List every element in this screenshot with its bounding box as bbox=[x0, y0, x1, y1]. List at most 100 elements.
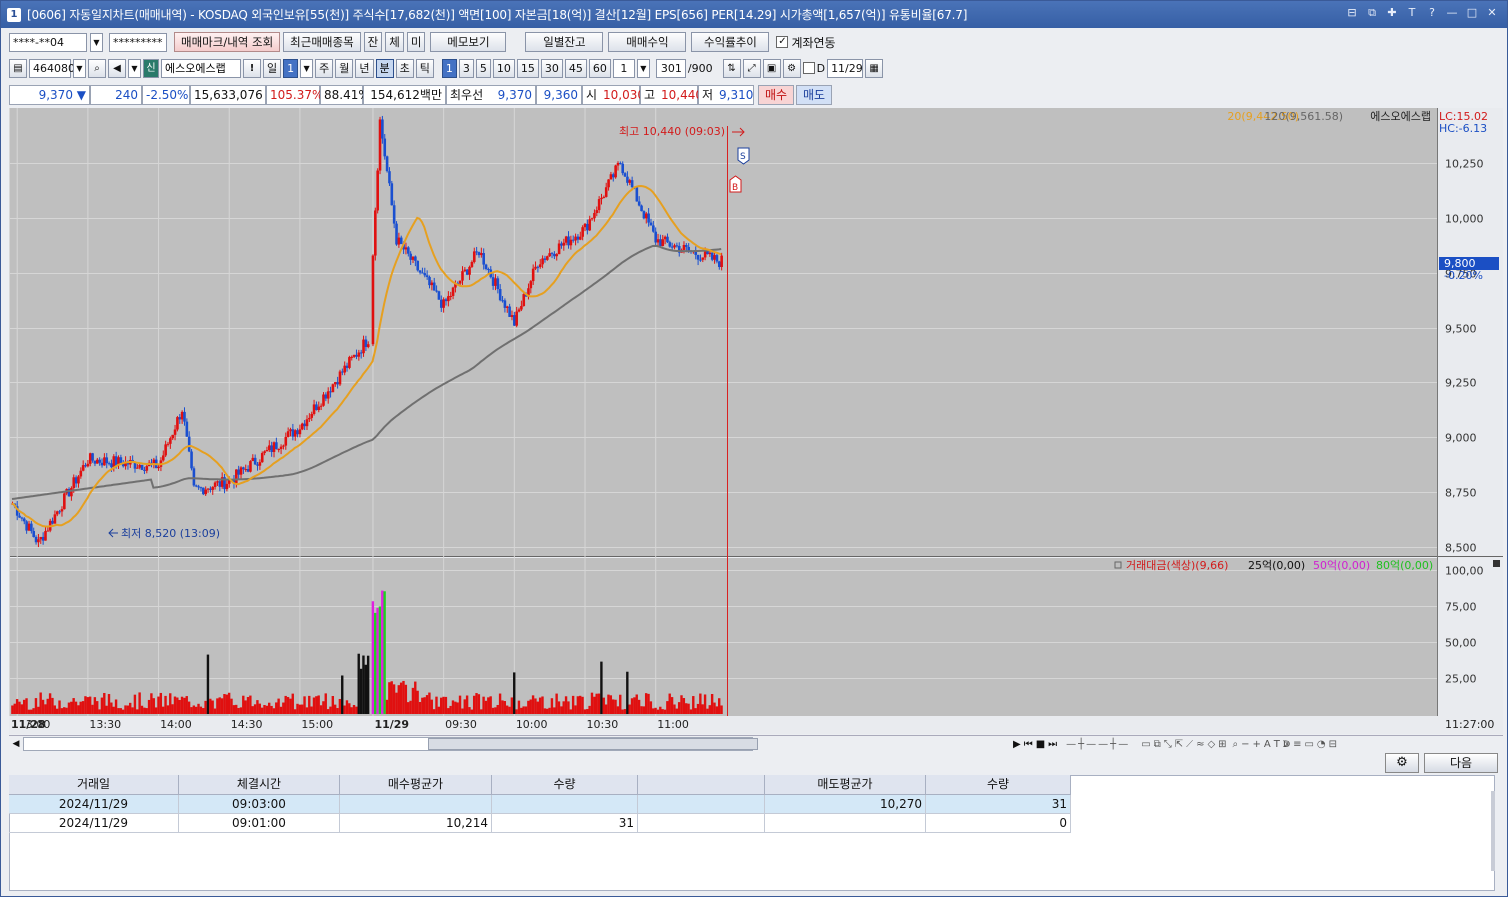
volume-bar bbox=[239, 707, 243, 714]
volume-bar bbox=[129, 702, 132, 714]
min-60[interactable]: 60 bbox=[588, 58, 611, 78]
zoom-slider-icon[interactable]: —┼——┼— bbox=[1066, 739, 1130, 750]
indicator-icon[interactable]: ⇅ bbox=[722, 58, 741, 78]
sound-icon[interactable]: ◀ bbox=[108, 58, 126, 78]
magnify-icon[interactable]: ⌕ bbox=[1233, 739, 1239, 750]
date-input[interactable]: 11/29 bbox=[827, 58, 864, 78]
dock-icon[interactable]: ⊟ bbox=[1345, 6, 1359, 20]
sound-dropdown-icon[interactable]: ▼ bbox=[128, 58, 141, 78]
unit-year[interactable]: 년 bbox=[355, 58, 374, 78]
scroll-left-icon[interactable]: ◀ bbox=[9, 739, 23, 749]
minimize-icon[interactable]: — bbox=[1445, 6, 1459, 20]
min-1[interactable]: 1 bbox=[441, 58, 457, 78]
next-button[interactable]: 다음 bbox=[1424, 753, 1498, 773]
chart-tools: ▶ ⏮ ■ ⏭ —┼——┼— ▭⧉⤡⇱⟋≈◇⊞ ⌕ − + A Tↇ≡▭◔⊟ bbox=[1013, 739, 1340, 750]
pin-icon[interactable]: ✚ bbox=[1385, 6, 1399, 20]
unit-week[interactable]: 주 bbox=[315, 58, 334, 78]
period-dropdown-icon[interactable]: ▼ bbox=[300, 58, 314, 78]
font-icon[interactable]: T bbox=[1405, 6, 1419, 20]
bottom-settings-icon[interactable]: ⚙ bbox=[1385, 753, 1419, 773]
candle-body bbox=[194, 485, 198, 487]
misc-tools-icon[interactable]: Tↇ≡▭◔⊟ bbox=[1274, 739, 1340, 750]
recent-stocks-button[interactable]: 최근매매종목 bbox=[283, 32, 361, 52]
link-icon[interactable]: ⧉ bbox=[1365, 6, 1379, 20]
code-dropdown-icon[interactable]: ▼ bbox=[73, 58, 86, 78]
settings-icon[interactable]: ⚙ bbox=[782, 58, 801, 78]
stop-icon[interactable]: ■ bbox=[1036, 739, 1045, 750]
link-checkbox[interactable]: ✓ bbox=[776, 36, 789, 48]
scroll-thumb[interactable] bbox=[428, 738, 758, 750]
password-input[interactable]: ********* bbox=[109, 32, 167, 52]
unit-second[interactable]: 초 bbox=[395, 58, 414, 78]
account-input[interactable]: ****-**04 bbox=[9, 32, 87, 52]
stock-code-input[interactable]: 464080 bbox=[29, 58, 75, 78]
volume-bar bbox=[661, 709, 664, 714]
count-select[interactable]: 1 bbox=[612, 58, 635, 78]
scroll-track[interactable] bbox=[23, 737, 758, 751]
buy-button[interactable]: 매수 bbox=[758, 85, 794, 105]
count-input[interactable]: 301 bbox=[655, 58, 686, 78]
table-row[interactable]: 2024/11/29 09:01:00 10,214 31 0 bbox=[9, 814, 1073, 833]
period-day[interactable]: 일 bbox=[263, 58, 282, 78]
volume-bar bbox=[112, 706, 115, 714]
zoom-in-icon[interactable]: + bbox=[1253, 739, 1261, 750]
save-icon[interactable]: ▣ bbox=[762, 58, 781, 78]
unit-tick[interactable]: 틱 bbox=[415, 58, 434, 78]
col-date: 거래일 bbox=[9, 775, 179, 795]
volume-bar bbox=[583, 709, 587, 714]
text-tool-icon[interactable]: A bbox=[1264, 739, 1271, 750]
price-chart[interactable]: 10,25010,0009,7509,5009,2509,0008,7508,5… bbox=[9, 108, 1503, 734]
volume-bar bbox=[194, 706, 198, 714]
account-dropdown-icon[interactable]: ▼ bbox=[90, 32, 103, 52]
candle-body bbox=[362, 339, 365, 354]
trade-profit-button[interactable]: 매매수익 bbox=[608, 32, 687, 52]
close-icon[interactable]: ✕ bbox=[1485, 6, 1499, 20]
help-icon[interactable]: ? bbox=[1425, 6, 1439, 20]
zoom-out-icon[interactable]: − bbox=[1241, 739, 1249, 750]
volume-bar bbox=[289, 698, 292, 714]
maximize-icon[interactable]: □ bbox=[1465, 6, 1479, 20]
min-3[interactable]: 3 bbox=[458, 58, 474, 78]
drawing-tools-icon[interactable]: ▭⧉⤡⇱⟋≈◇⊞ bbox=[1141, 739, 1229, 750]
candle-body bbox=[161, 455, 165, 461]
calendar-icon[interactable]: ▦ bbox=[865, 58, 884, 78]
min-30[interactable]: 30 bbox=[540, 58, 563, 78]
volume-bar bbox=[77, 705, 80, 714]
candle-body bbox=[447, 296, 450, 302]
period-count[interactable]: 1 bbox=[283, 58, 299, 78]
volume-bar bbox=[468, 707, 471, 714]
candle-body bbox=[310, 413, 314, 418]
unit-minute[interactable]: 분 bbox=[375, 58, 394, 78]
unit-month[interactable]: 월 bbox=[335, 58, 354, 78]
forward-icon[interactable]: ⏭ bbox=[1048, 739, 1057, 750]
balance-button[interactable]: 잔 bbox=[363, 32, 383, 52]
volume-bar bbox=[265, 705, 269, 714]
vol-panel-close-icon[interactable] bbox=[1493, 560, 1500, 567]
daily-balance-button[interactable]: 일별잔고 bbox=[525, 32, 604, 52]
count-max: /900 bbox=[687, 61, 713, 75]
min-10[interactable]: 10 bbox=[492, 58, 515, 78]
profit-trend-button[interactable]: 수익률추이 bbox=[691, 32, 770, 52]
executed-button[interactable]: 체 bbox=[385, 32, 404, 52]
scroll-right-icon[interactable]: ▶ bbox=[1013, 739, 1021, 750]
vertical-scrollbar[interactable] bbox=[1491, 791, 1495, 871]
search-icon[interactable]: ⌕ bbox=[88, 58, 106, 78]
trade-mark-button[interactable]: 매매마크/내역 조회 bbox=[174, 32, 281, 52]
unexecuted-button[interactable]: 미 bbox=[406, 32, 426, 52]
min-45[interactable]: 45 bbox=[564, 58, 587, 78]
alert-icon[interactable]: ! bbox=[243, 58, 261, 78]
horizontal-scrollbar[interactable]: ◀ ▶ ⏮ ■ ⏭ —┼——┼— ▭⧉⤡⇱⟋≈◇⊞ ⌕ − + A Tↇ≡▭◔⊟ bbox=[9, 735, 1503, 752]
volume-bar bbox=[103, 692, 106, 714]
count-dropdown-icon[interactable]: ▼ bbox=[636, 58, 650, 78]
volume-bar bbox=[258, 703, 261, 714]
table-row[interactable]: 2024/11/29 09:03:00 10,270 31 bbox=[9, 795, 1073, 814]
sell-button[interactable]: 매도 bbox=[796, 85, 832, 105]
rewind-icon[interactable]: ⏮ bbox=[1024, 739, 1033, 750]
date-checkbox[interactable] bbox=[802, 62, 815, 74]
min-15[interactable]: 15 bbox=[516, 58, 539, 78]
min-5[interactable]: 5 bbox=[475, 58, 491, 78]
chart-type-icon[interactable]: ▤ bbox=[9, 58, 27, 78]
candle-body bbox=[581, 227, 584, 237]
tool-icon[interactable]: ⤢ bbox=[742, 58, 761, 78]
memo-button[interactable]: 메모보기 bbox=[430, 32, 507, 52]
